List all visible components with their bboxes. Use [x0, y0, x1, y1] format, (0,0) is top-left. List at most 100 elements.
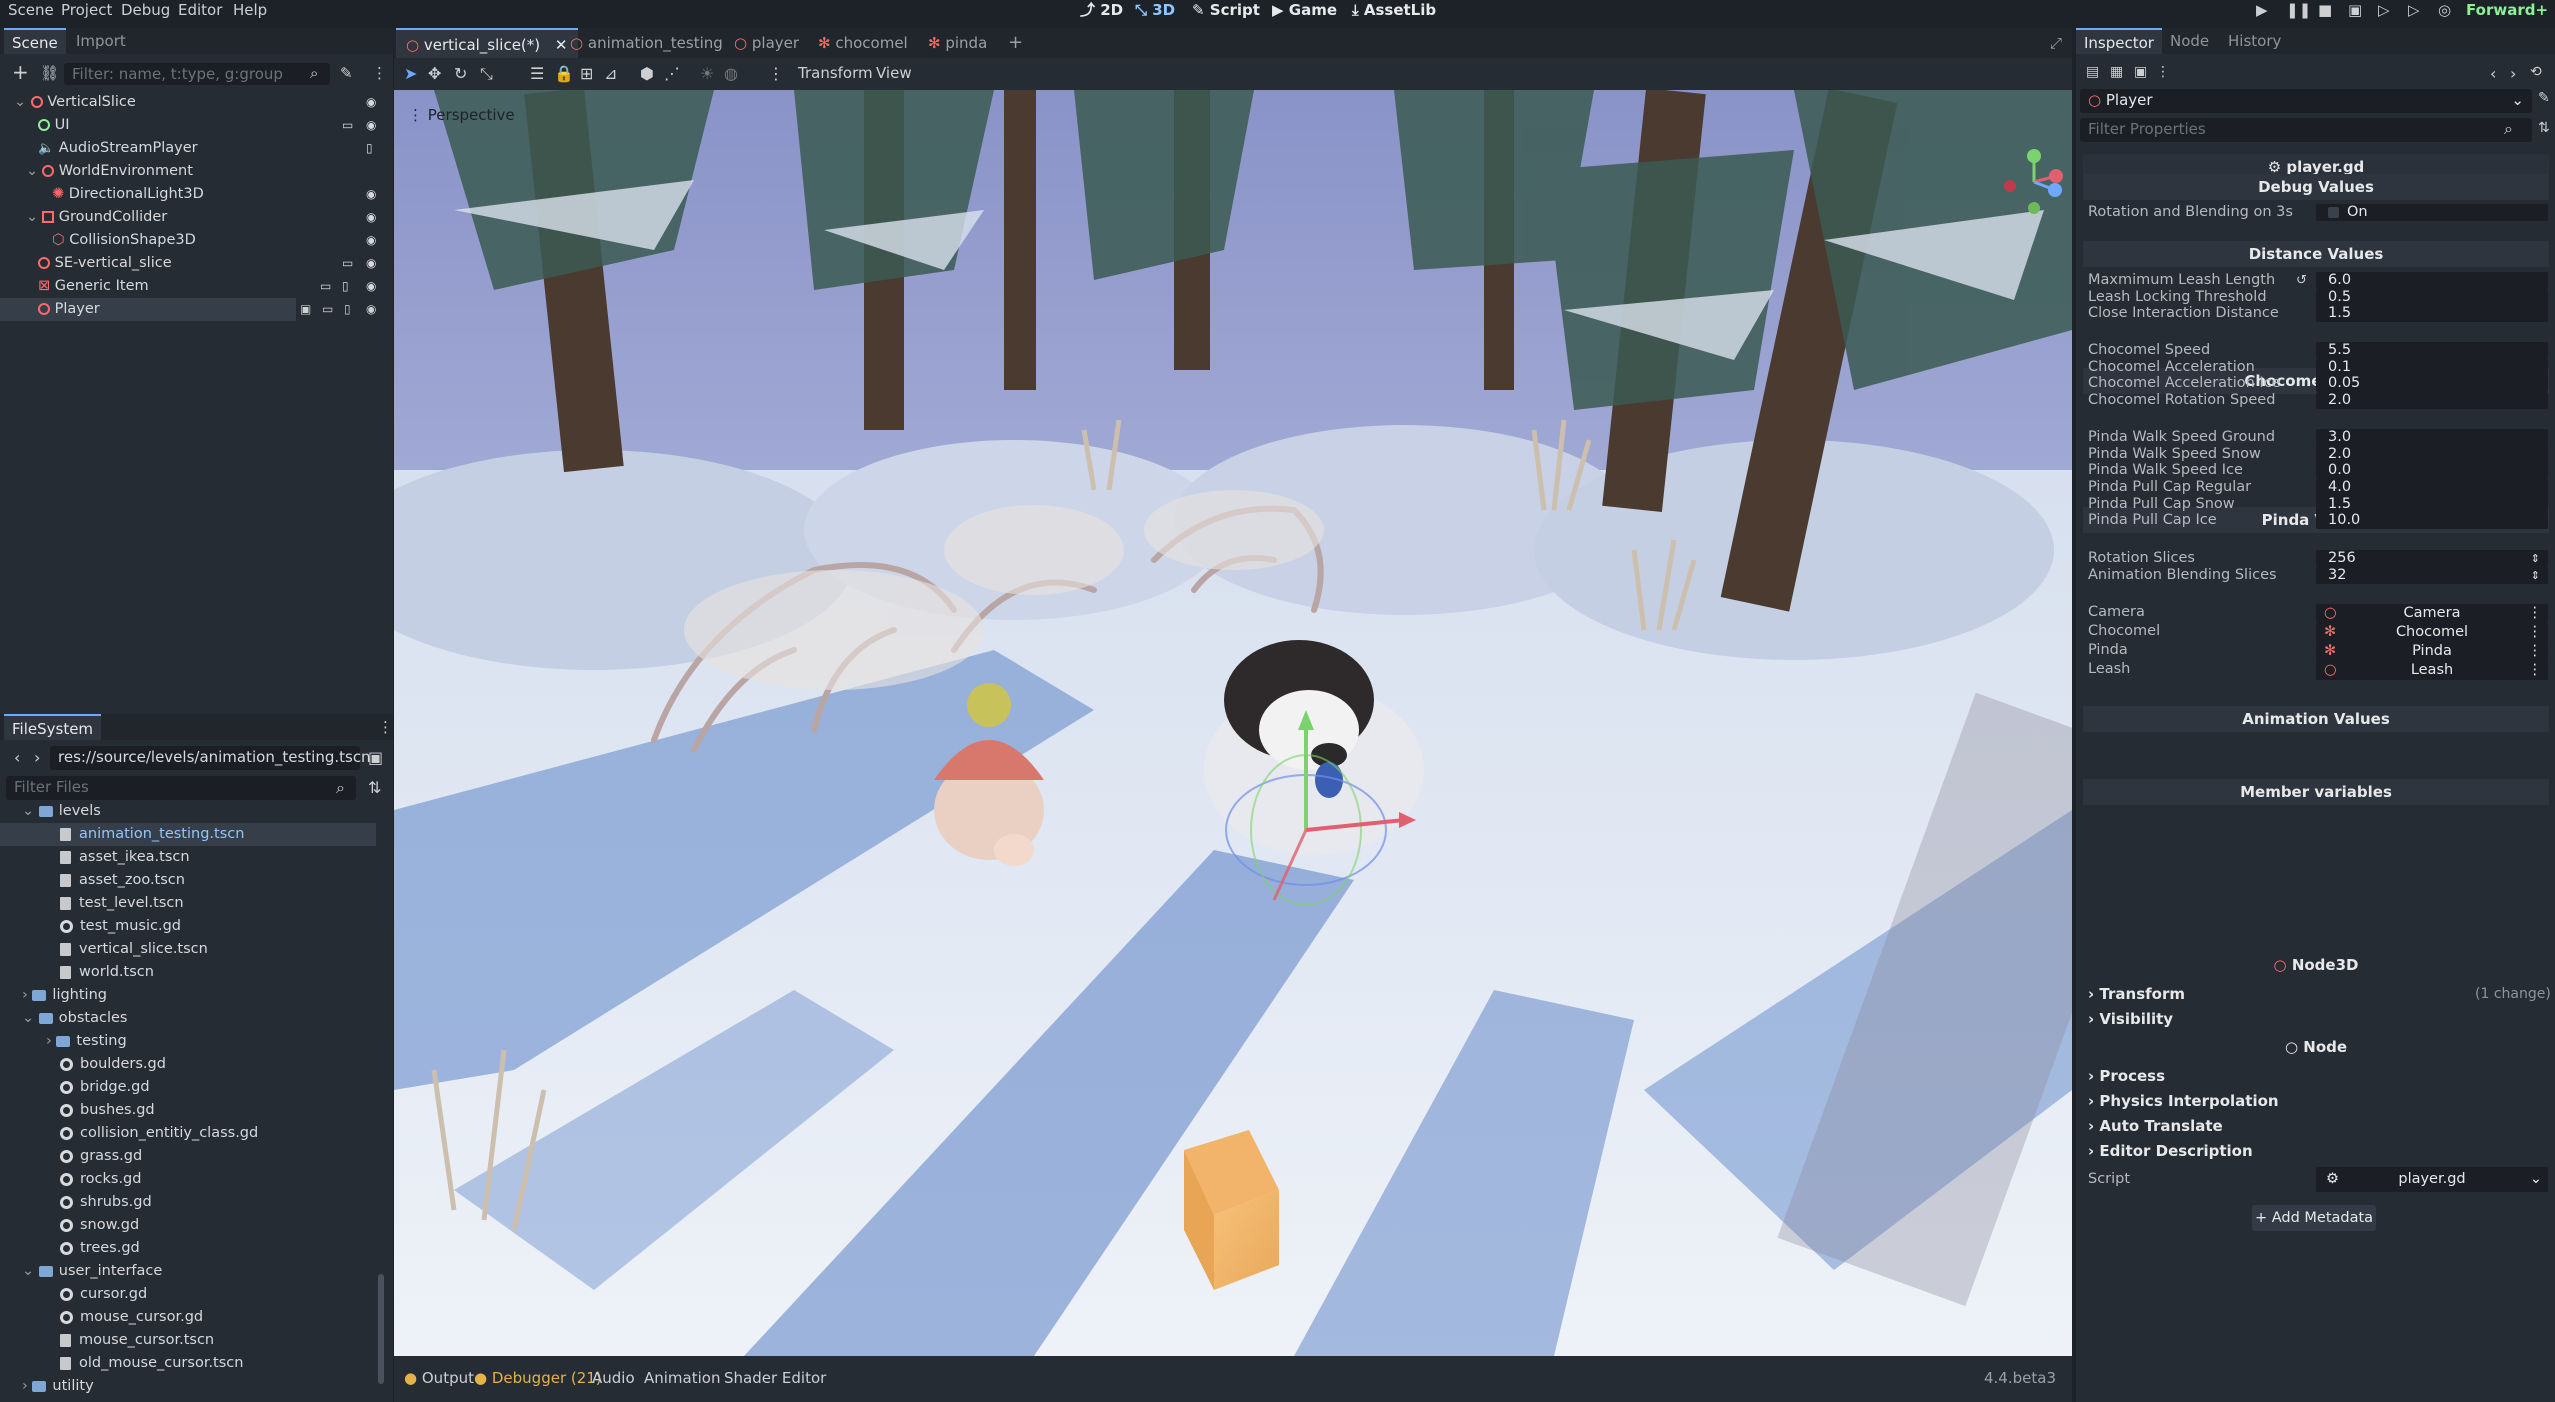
- play-scene-icon[interactable]: ▷: [2378, 0, 2390, 20]
- forward-arrow-icon[interactable]: ›: [34, 748, 40, 767]
- spinbox-arrows-icon[interactable]: ⇕: [2531, 567, 2540, 584]
- renderer-select[interactable]: Forward+: [2466, 0, 2548, 20]
- script-value[interactable]: ⚙ player.gd ⌄: [2316, 1167, 2548, 1192]
- menu-help[interactable]: Help: [233, 0, 267, 20]
- property-value[interactable]: 3.0: [2316, 429, 2548, 446]
- property-value[interactable]: 32 ⇕: [2316, 567, 2548, 584]
- kebab-menu-icon[interactable]: ⋮: [2528, 623, 2543, 642]
- property-value[interactable]: 1.5: [2316, 496, 2548, 513]
- file-item[interactable]: old_mouse_cursor.tscn: [0, 1352, 376, 1375]
- tab-debugger[interactable]: ● Debugger (21): [474, 1356, 602, 1400]
- menu-debug[interactable]: Debug: [121, 0, 170, 20]
- file-item[interactable]: asset_ikea.tscn: [0, 846, 376, 869]
- script-icon[interactable]: ▯: [366, 142, 380, 154]
- visibility-icon[interactable]: ◉: [366, 119, 380, 131]
- tab-filesystem[interactable]: FileSystem: [4, 714, 102, 740]
- rotate-tool-icon[interactable]: ↻: [454, 64, 467, 83]
- visibility-icon[interactable]: ◉: [366, 211, 380, 223]
- property-value[interactable]: 4.0: [2316, 479, 2548, 496]
- visibility-icon[interactable]: ◉: [366, 96, 380, 108]
- tab-inspector[interactable]: Inspector: [2076, 28, 2162, 54]
- tab-node[interactable]: Node: [2162, 28, 2217, 54]
- script-icon[interactable]: ▯: [342, 280, 356, 292]
- environment-preview-icon[interactable]: ◍: [724, 64, 738, 83]
- file-item[interactable]: bridge.gd: [0, 1076, 376, 1099]
- visibility-icon[interactable]: ◉: [366, 280, 380, 292]
- property-value[interactable]: 0.5: [2316, 289, 2548, 306]
- property-value[interactable]: 0.05: [2316, 375, 2548, 392]
- tree-node[interactable]: ⬡ CollisionShape3D ◉: [0, 229, 390, 252]
- workspace-assetlib[interactable]: ⤓ AssetLib: [1352, 0, 1436, 20]
- group-editor-description[interactable]: › Editor Description: [2088, 1139, 2253, 1163]
- group-visibility[interactable]: › Visibility: [2088, 1007, 2173, 1031]
- back-arrow-icon[interactable]: ‹: [2490, 64, 2496, 83]
- workspace-3d[interactable]: ⤡ 3D: [1135, 0, 1175, 20]
- folder-item[interactable]: ⌄ user_interface: [0, 1260, 376, 1283]
- file-item[interactable]: collision_entitiy_class.gd: [0, 1122, 376, 1145]
- forward-arrow-icon[interactable]: ›: [2510, 64, 2516, 83]
- file-item[interactable]: boulders.gd: [0, 1053, 376, 1076]
- tab-pinda[interactable]: ✻ pinda: [918, 28, 997, 58]
- tree-node[interactable]: ⌄ VerticalSlice ◉: [0, 91, 390, 114]
- tree-node[interactable]: 🔈 AudioStreamPlayer ▯: [0, 137, 390, 160]
- file-item[interactable]: trees.gd: [0, 1237, 376, 1260]
- visibility-icon[interactable]: ◉: [366, 234, 380, 246]
- instance-icon[interactable]: ▭: [320, 280, 334, 292]
- file-item[interactable]: grass.gd: [0, 1145, 376, 1168]
- workspace-2d[interactable]: ⤴ 2D: [1080, 0, 1123, 20]
- visibility-icon[interactable]: ◉: [366, 188, 380, 200]
- spinbox-arrows-icon[interactable]: ⇕: [2531, 550, 2540, 567]
- add-tab-icon[interactable]: +: [998, 28, 1033, 58]
- file-item[interactable]: shrubs.gd: [0, 1191, 376, 1214]
- transform-menu[interactable]: Transform: [798, 64, 873, 82]
- chevron-icon[interactable]: ›: [46, 1033, 56, 1049]
- file-item[interactable]: animation_testing.tscn: [0, 823, 376, 846]
- kebab-menu-icon[interactable]: ⋮: [2528, 604, 2543, 623]
- property-value[interactable]: 256 ⇕: [2316, 550, 2548, 567]
- kebab-menu-icon[interactable]: ⋮: [2156, 64, 2170, 80]
- select-tool-icon[interactable]: ➤: [404, 64, 417, 83]
- stop-icon[interactable]: ■: [2318, 0, 2332, 20]
- tab-player[interactable]: ○ player: [724, 28, 809, 58]
- open-folder-icon[interactable]: ▦: [2110, 64, 2123, 80]
- tree-node-selected[interactable]: Player: [0, 298, 296, 321]
- tab-chocomel[interactable]: ✻ chocomel: [808, 28, 918, 58]
- instance-icon[interactable]: ▭: [322, 302, 333, 316]
- sort-icon[interactable]: ⇅: [368, 778, 381, 797]
- instance-icon[interactable]: ▭: [342, 119, 356, 131]
- file-filter-input[interactable]: Filter Files: [6, 776, 356, 800]
- checkbox[interactable]: [2328, 206, 2339, 218]
- file-item[interactable]: vertical_slice.tscn: [0, 938, 376, 961]
- file-item[interactable]: asset_zoo.tscn: [0, 869, 376, 892]
- file-item[interactable]: rocks.gd: [0, 1168, 376, 1191]
- group-auto-translate[interactable]: › Auto Translate: [2088, 1114, 2223, 1138]
- menu-scene[interactable]: Scene: [8, 0, 54, 20]
- property-value[interactable]: ○ ⋮ Leash: [2316, 661, 2548, 680]
- visibility-icon[interactable]: ◉: [366, 302, 376, 316]
- view-menu[interactable]: View: [876, 64, 912, 82]
- path-field[interactable]: res://source/levels/animation_testing.ts…: [50, 746, 371, 770]
- sort-icon[interactable]: ⇅: [2538, 120, 2550, 136]
- tab-vertical-slice[interactable]: ○ vertical_slice(*) ✕: [396, 28, 578, 58]
- pause-icon[interactable]: ❚❚: [2286, 0, 2311, 20]
- group-process[interactable]: › Process: [2088, 1064, 2165, 1088]
- tree-node[interactable]: ⌄ WorldEnvironment: [0, 160, 390, 183]
- history-icon[interactable]: ⟲: [2530, 64, 2542, 80]
- menu-project[interactable]: Project: [61, 0, 112, 20]
- snap-icon[interactable]: ⋰: [664, 64, 680, 83]
- edit-script-icon[interactable]: ✎: [340, 64, 353, 82]
- group-icon[interactable]: ▣: [300, 302, 311, 316]
- play-icon[interactable]: ▶: [2256, 0, 2268, 20]
- property-value[interactable]: On: [2316, 204, 2548, 221]
- movie-maker-icon[interactable]: ◎: [2438, 0, 2451, 20]
- kebab-menu-icon[interactable]: ⋮: [2528, 661, 2543, 680]
- list-select-icon[interactable]: ☰: [530, 64, 544, 83]
- kebab-menu-icon[interactable]: ⋮: [372, 64, 387, 82]
- property-value[interactable]: 5.5: [2316, 342, 2548, 359]
- property-value[interactable]: 2.0: [2316, 392, 2548, 409]
- file-item[interactable]: mouse_cursor.gd: [0, 1306, 376, 1329]
- pin-icon[interactable]: ✎: [2538, 90, 2550, 106]
- group-icon[interactable]: ⊞: [580, 64, 593, 83]
- add-node-icon[interactable]: +: [12, 62, 29, 82]
- layout-toggle-icon[interactable]: ▣: [368, 748, 383, 767]
